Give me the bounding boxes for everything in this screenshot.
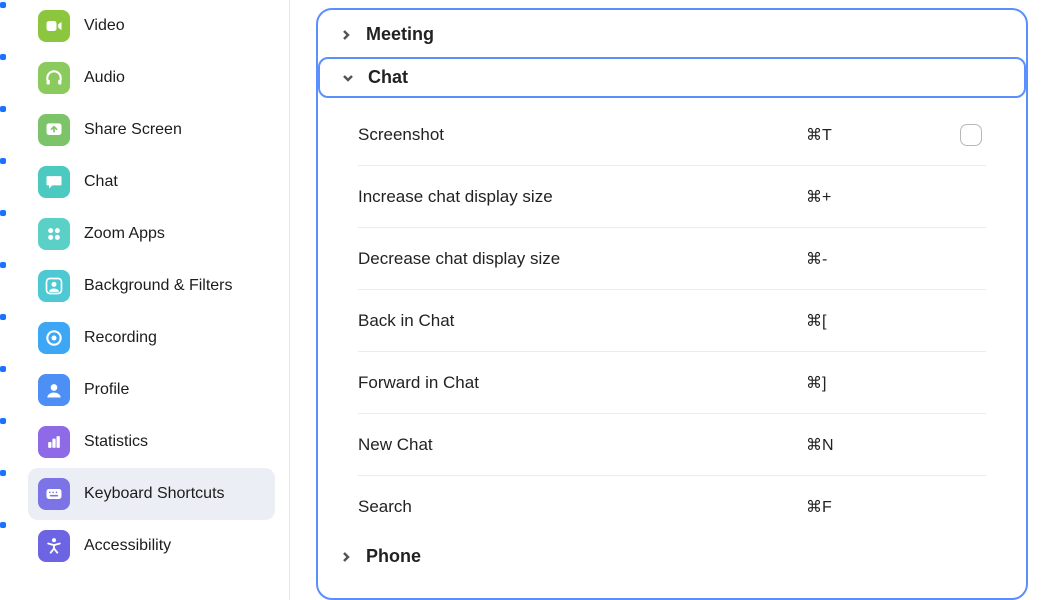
shortcut-label: Forward in Chat (358, 373, 806, 393)
shortcut-row-screenshot[interactable]: Screenshot ⌘T (358, 104, 986, 166)
shortcut-row-back-in-chat[interactable]: Back in Chat ⌘[ (358, 290, 986, 352)
shortcuts-panel-container: Meeting Chat Screenshot ⌘T Increase chat… (290, 0, 1050, 600)
group-label: Phone (366, 546, 421, 567)
keyboard-icon (38, 478, 70, 510)
sidebar-item-label: Keyboard Shortcuts (84, 485, 225, 503)
chat-shortcuts-list: Screenshot ⌘T Increase chat display size… (318, 104, 1026, 538)
sidebar-item-background-filters[interactable]: Background & Filters (28, 260, 275, 312)
chevron-down-icon (340, 70, 356, 86)
shortcut-toggle-checkbox[interactable] (960, 124, 982, 146)
sidebar-item-label: Profile (84, 381, 129, 399)
sidebar-item-zoom-apps[interactable]: Zoom Apps (28, 208, 275, 260)
sidebar-item-video[interactable]: Video (28, 0, 275, 52)
sidebar-item-label: Chat (84, 173, 118, 191)
group-label: Chat (368, 67, 408, 88)
sidebar-item-statistics[interactable]: Statistics (28, 416, 275, 468)
profile-icon (38, 374, 70, 406)
shortcut-keys: ⌘N (806, 435, 926, 455)
sidebar-item-accessibility[interactable]: Accessibility (28, 520, 275, 572)
sidebar-item-label: Audio (84, 69, 125, 87)
group-header-meeting[interactable]: Meeting (318, 10, 1026, 53)
shortcut-label: Decrease chat display size (358, 249, 806, 269)
settings-window: Video Audio Share Screen Chat Zoom Apps (0, 0, 1050, 600)
record-icon (38, 322, 70, 354)
chat-icon (38, 166, 70, 198)
shortcut-keys: ⌘[ (806, 311, 926, 331)
shortcut-label: New Chat (358, 435, 806, 455)
stats-icon (38, 426, 70, 458)
shortcut-label: Screenshot (358, 125, 806, 145)
shortcut-label: Increase chat display size (358, 187, 806, 207)
sidebar-item-label: Zoom Apps (84, 225, 165, 243)
chevron-right-icon (338, 549, 354, 565)
apps-icon (38, 218, 70, 250)
a11y-icon (38, 530, 70, 562)
sidebar-item-label: Accessibility (84, 537, 171, 555)
shortcut-keys: ⌘+ (806, 187, 926, 207)
shortcut-keys: ⌘- (806, 249, 926, 269)
shortcut-row-search[interactable]: Search ⌘F (358, 476, 986, 538)
share-icon (38, 114, 70, 146)
settings-sidebar: Video Audio Share Screen Chat Zoom Apps (0, 0, 290, 600)
shortcut-label: Back in Chat (358, 311, 806, 331)
sidebar-item-label: Video (84, 17, 125, 35)
sidebar-item-label: Statistics (84, 433, 148, 451)
sidebar-item-audio[interactable]: Audio (28, 52, 275, 104)
sidebar-item-label: Background & Filters (84, 277, 233, 295)
user-bg-icon (38, 270, 70, 302)
video-icon (38, 10, 70, 42)
sidebar-item-recording[interactable]: Recording (28, 312, 275, 364)
sidebar-item-label: Share Screen (84, 121, 182, 139)
sidebar-item-label: Recording (84, 329, 157, 347)
group-header-phone[interactable]: Phone (318, 538, 1026, 575)
shortcut-row-decrease-size[interactable]: Decrease chat display size ⌘- (358, 228, 986, 290)
sidebar-item-share-screen[interactable]: Share Screen (28, 104, 275, 156)
shortcut-label: Search (358, 497, 806, 517)
shortcut-keys: ⌘] (806, 373, 926, 393)
sidebar-item-chat[interactable]: Chat (28, 156, 275, 208)
sidebar-item-profile[interactable]: Profile (28, 364, 275, 416)
shortcut-keys: ⌘T (806, 125, 926, 145)
shortcut-row-increase-size[interactable]: Increase chat display size ⌘+ (358, 166, 986, 228)
group-label: Meeting (366, 24, 434, 45)
shortcut-row-forward-in-chat[interactable]: Forward in Chat ⌘] (358, 352, 986, 414)
group-header-chat[interactable]: Chat (318, 57, 1026, 98)
headphone-icon (38, 62, 70, 94)
chevron-right-icon (338, 27, 354, 43)
shortcut-keys: ⌘F (806, 497, 926, 517)
sidebar-item-keyboard-shortcuts[interactable]: Keyboard Shortcuts (28, 468, 275, 520)
shortcuts-panel: Meeting Chat Screenshot ⌘T Increase chat… (316, 8, 1028, 600)
shortcut-row-new-chat[interactable]: New Chat ⌘N (358, 414, 986, 476)
